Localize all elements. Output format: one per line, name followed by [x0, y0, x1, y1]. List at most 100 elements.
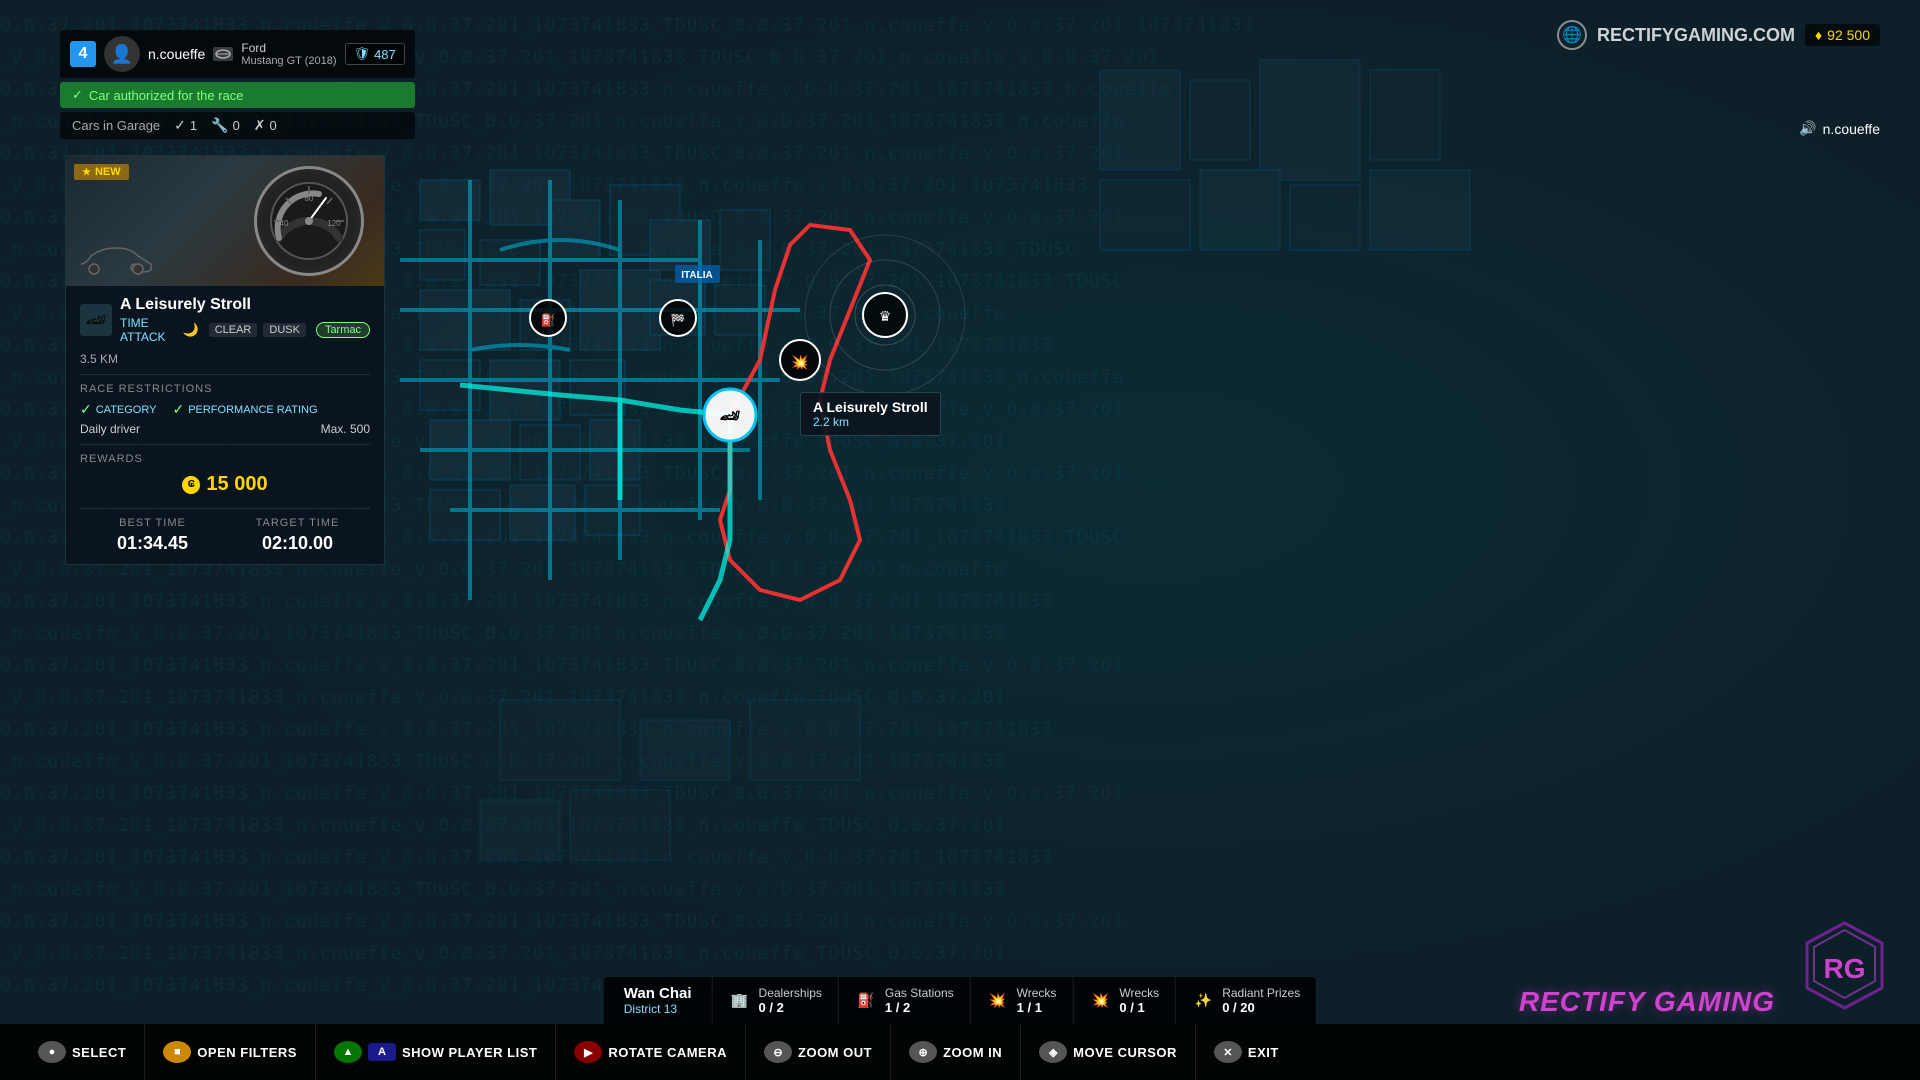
target-time-value: 02:10.00: [225, 533, 370, 554]
rg-logo-container: RG: [1797, 918, 1892, 1018]
pending-count: 0: [233, 118, 240, 133]
condition-clear: CLEAR: [209, 323, 258, 337]
race-thumb: NEW 80 40 120: [66, 156, 384, 286]
credit-amount: 92 500: [1827, 27, 1870, 43]
category-label: CATEGORY: [96, 404, 157, 416]
best-time-col: BEST TIME 01:34.45: [80, 517, 225, 554]
district-title: Wan Chai: [624, 985, 692, 1002]
check-icon: ✓: [172, 401, 184, 418]
max-perf: Max. 500: [321, 422, 370, 436]
restrictions-title: RACE RESTRICTIONS: [80, 383, 370, 395]
wrecks-info: Wrecks 1 / 1: [1017, 986, 1057, 1015]
credit-icon: ♦: [1815, 27, 1822, 43]
check-icon: ✓: [72, 87, 83, 103]
race-conditions: CLEAR DUSK: [209, 323, 306, 337]
divider-1: [80, 374, 370, 375]
filters-action[interactable]: ■ OPEN FILTERS: [145, 1024, 316, 1080]
select-label: SELECT: [72, 1045, 126, 1060]
rewards-title: REWARDS: [80, 453, 370, 465]
approved-count: 1: [190, 118, 197, 133]
new-badge: NEW: [74, 164, 129, 180]
car-model: Mustang GT (2018): [241, 55, 336, 67]
svg-text:💥: 💥: [791, 354, 808, 371]
driver-type: Daily driver: [80, 422, 140, 436]
check-icon: ✓: [80, 401, 92, 418]
gas-stations-info: Gas Stations 1 / 2: [885, 986, 954, 1015]
race-meta: TIME ATTACK 🌙 CLEAR DUSK Tarmac: [120, 316, 370, 344]
garage-approved: ✓ 1: [174, 117, 197, 134]
select-action[interactable]: ● SELECT: [20, 1024, 145, 1080]
bottom-bar: ● SELECT ■ OPEN FILTERS ▲ A SHOW PLAYER …: [0, 1024, 1920, 1080]
move-cursor-action[interactable]: ◈ MOVE CURSOR: [1021, 1024, 1196, 1080]
wrench-icon: 🔧: [211, 117, 228, 134]
player-info-row: 4 👤 n.coueffe Ford Mustang GT (2018) 🛡 4…: [60, 30, 415, 78]
divider-2: [80, 444, 370, 445]
district-name-col: Wan Chai District 13: [604, 977, 713, 1024]
tooltip-distance: 2.2 km: [813, 415, 928, 429]
check-icon: ✓: [174, 117, 186, 134]
credit-display: ♦ 92 500: [1805, 24, 1880, 46]
car-make: Ford: [241, 41, 336, 55]
shield-icon: 🛡: [354, 46, 371, 62]
svg-text:⛽: ⛽: [541, 313, 556, 327]
radiant-prizes-stat: ✨ Radiant Prizes 0 / 20: [1176, 977, 1316, 1024]
player-name-display: n.coueffe: [1823, 121, 1880, 137]
category-restriction: ✓ CATEGORY: [80, 401, 156, 418]
performance-restriction: ✓ PERFORMANCE RATING: [172, 401, 317, 418]
rotate-key: ▶: [574, 1041, 602, 1063]
svg-text:🏎: 🏎: [720, 408, 740, 425]
race-distance: 3.5 KM: [80, 352, 370, 366]
player-avatar: 👤: [104, 36, 140, 72]
zoom-in-key: ⊕: [909, 1041, 937, 1063]
globe-icon: 🌐: [1557, 20, 1587, 50]
svg-text:80: 80: [305, 194, 314, 203]
rotate-action[interactable]: ▶ ROTATE CAMERA: [556, 1024, 746, 1080]
radiant-stat: 💥 Wrecks 0 / 1: [1073, 977, 1176, 1024]
zoom-in-label: ZOOM IN: [943, 1045, 1002, 1060]
gas-stations-stat: ⛽ Gas Stations 1 / 2: [839, 977, 971, 1024]
radiant-prizes-info: Radiant Prizes 0 / 20: [1222, 986, 1300, 1015]
race-panel: NEW 80 40 120: [65, 155, 385, 565]
authorized-text: Car authorized for the race: [89, 88, 244, 103]
gas-stations-label: Gas Stations: [885, 986, 954, 1000]
wrecks-icon: 💥: [987, 990, 1009, 1012]
speedometer: 80 40 120: [254, 166, 364, 276]
zoom-out-action[interactable]: ⊖ ZOOM OUT: [746, 1024, 891, 1080]
moon-icon: 🌙: [183, 322, 199, 338]
target-time-label: TARGET TIME: [225, 517, 370, 529]
gas-station-icon: ⛽: [855, 990, 877, 1012]
garage-row: Cars in Garage ✓ 1 🔧 0 ✗ 0: [60, 112, 415, 139]
cross-icon: ✗: [254, 117, 266, 134]
garage-pending: 🔧 0: [211, 117, 240, 134]
exit-action[interactable]: ✕ EXIT: [1196, 1024, 1297, 1080]
zoom-out-key: ⊖: [764, 1041, 792, 1063]
radiant-prizes-label: Radiant Prizes: [1222, 986, 1300, 1000]
target-time-col: TARGET TIME 02:10.00: [225, 517, 370, 554]
move-cursor-label: MOVE CURSOR: [1073, 1045, 1177, 1060]
best-time-value: 01:34.45: [80, 533, 225, 554]
reward-amount: ₢ 15 000: [80, 469, 370, 500]
radiant-prizes-count: 0 / 20: [1222, 1000, 1300, 1015]
dealerships-label: Dealerships: [759, 986, 822, 1000]
player-list-key-a: A: [368, 1043, 396, 1061]
rg-text-brand: RECTIFY GAMING: [1519, 986, 1775, 1018]
radiant-label: Wrecks: [1119, 986, 1159, 1000]
garage-rejected: ✗ 0: [254, 117, 277, 134]
zoom-in-action[interactable]: ⊕ ZOOM IN: [891, 1024, 1021, 1080]
authorized-banner: ✓ Car authorized for the race: [60, 82, 415, 108]
svg-text:RG: RG: [1824, 953, 1866, 984]
condition-dusk: DUSK: [263, 323, 306, 337]
reward-value: 15 000: [206, 473, 267, 496]
race-name: A Leisurely Stroll: [120, 296, 370, 314]
race-info: A Leisurely Stroll TIME ATTACK 🌙 CLEAR D…: [120, 296, 370, 344]
gas-stations-count: 1 / 2: [885, 1000, 954, 1015]
tooltip-race-name: A Leisurely Stroll: [813, 399, 928, 415]
svg-text:120: 120: [327, 219, 341, 228]
select-key: ●: [38, 1041, 66, 1063]
wrecks-label: Wrecks: [1017, 986, 1057, 1000]
svg-text:ITALIA: ITALIA: [681, 270, 712, 281]
score-value: 487: [374, 47, 396, 62]
player-list-action[interactable]: ▲ A SHOW PLAYER LIST: [316, 1024, 556, 1080]
car-brand-icon: [213, 47, 233, 61]
svg-text:♛: ♛: [879, 308, 892, 324]
